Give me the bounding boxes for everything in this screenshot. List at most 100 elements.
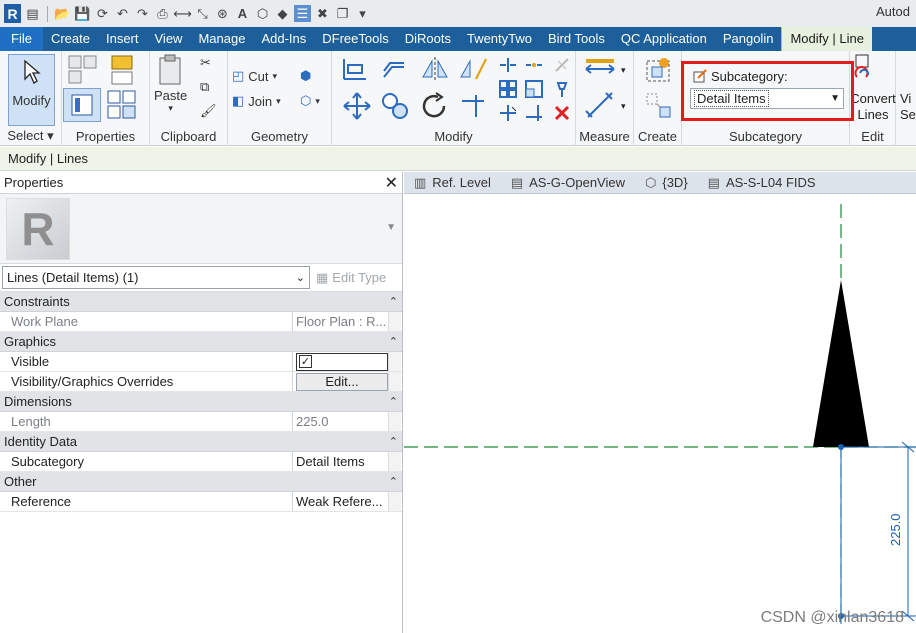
undo-icon[interactable]: ↶: [114, 5, 131, 22]
trim-extend-icon[interactable]: [458, 91, 488, 121]
tag-icon[interactable]: ⊛: [214, 5, 231, 22]
family-types-button[interactable]: [107, 53, 141, 87]
trim-single-icon[interactable]: [524, 103, 544, 123]
select-panel-label[interactable]: Select ▾: [0, 128, 61, 144]
create-similar-icon[interactable]: [644, 91, 674, 121]
vg-overrides-edit-button[interactable]: Edit...: [296, 372, 388, 391]
type-preview-dropdown-icon[interactable]: ▼: [386, 222, 396, 233]
paste-button[interactable]: Paste ▾: [154, 54, 187, 114]
dimension-icon[interactable]: ⤡: [194, 5, 211, 22]
property-value[interactable]: Edit...: [293, 372, 388, 391]
properties-toggle-button[interactable]: [63, 88, 101, 122]
ribbon-tab-create[interactable]: Create: [43, 27, 98, 51]
delete-icon[interactable]: [552, 103, 572, 123]
copy-tool[interactable]: ⧉: [200, 79, 209, 95]
property-group-header[interactable]: Other ⌃: [0, 472, 402, 492]
offset-icon[interactable]: [380, 55, 410, 83]
paint-button[interactable]: ⬡ ▾: [300, 93, 320, 109]
ribbon-tab-qc-application[interactable]: QC Application: [613, 27, 715, 51]
ribbon-tab-twentytwo[interactable]: TwentyTwo: [459, 27, 540, 51]
ribbon-tab-bird-tools[interactable]: Bird Tools: [540, 27, 613, 51]
trim-multiple-icon[interactable]: [498, 103, 518, 123]
pin-icon[interactable]: [552, 79, 572, 99]
text-icon[interactable]: A: [234, 5, 251, 22]
checkbox-checked-icon[interactable]: ✓: [299, 355, 312, 368]
section-icon[interactable]: ◆: [274, 5, 291, 22]
view-tab[interactable]: ⬡ {3D}: [635, 175, 698, 191]
measure-between-icon[interactable]: [582, 57, 622, 81]
property-value[interactable]: Weak Refere...: [293, 492, 388, 511]
array-icon[interactable]: [498, 79, 518, 99]
measure-icon[interactable]: ⟷: [173, 5, 192, 22]
property-value[interactable]: ✓: [293, 352, 388, 371]
property-group-header[interactable]: Identity Data ⌃: [0, 432, 402, 452]
create-group-icon[interactable]: [644, 55, 674, 85]
cut-geometry-button[interactable]: ◰ Cut ▾: [232, 68, 277, 84]
convert-lines-icon[interactable]: [854, 53, 876, 85]
collapse-chevron-icon[interactable]: ⌃: [389, 475, 398, 488]
type-preview[interactable]: R ▼: [0, 194, 402, 264]
ribbon-tab-file[interactable]: File: [0, 27, 43, 51]
revit-logo-icon[interactable]: R: [4, 4, 21, 23]
scale-icon[interactable]: [524, 79, 544, 99]
ribbon-tab-pangolin[interactable]: Pangolin: [715, 27, 782, 51]
home-icon[interactable]: ▤: [24, 5, 41, 22]
close-icon[interactable]: ✕: [385, 173, 398, 193]
view-tab[interactable]: ▥ Ref. Level: [404, 175, 501, 191]
ribbon-tab-add-ins[interactable]: Add-Ins: [253, 27, 314, 51]
join-geometry-button[interactable]: ◧ Join ▾: [232, 93, 281, 109]
drawing-canvas[interactable]: 225.0 CSDN @xinlan3618: [404, 194, 916, 633]
redo-icon[interactable]: ↷: [134, 5, 151, 22]
unpin-icon[interactable]: [552, 55, 572, 75]
collapse-chevron-icon[interactable]: ⌃: [389, 295, 398, 308]
customize-qat-icon[interactable]: ▾: [354, 5, 371, 22]
edit-type-button[interactable]: ▦ Edit Type: [316, 270, 386, 286]
ribbon-tab-diroots[interactable]: DiRoots: [397, 27, 459, 51]
split-face-button[interactable]: ⬢: [300, 68, 311, 84]
ribbon-tab-insert[interactable]: Insert: [98, 27, 147, 51]
collapse-chevron-icon[interactable]: ⌃: [389, 335, 398, 348]
cut-tool[interactable]: ✂: [200, 55, 211, 71]
3d-view-icon[interactable]: ⬡: [254, 5, 271, 22]
detail-item-triangle[interactable]: [813, 280, 869, 447]
dimension-dropdown-icon[interactable]: ▾: [621, 101, 626, 112]
ribbon-tab-manage[interactable]: Manage: [190, 27, 253, 51]
split-element-icon[interactable]: [498, 55, 518, 75]
mirror-pick-axis-icon[interactable]: [420, 55, 450, 83]
type-properties-button[interactable]: [66, 53, 100, 87]
align-icon[interactable]: [340, 55, 370, 83]
collapse-chevron-icon[interactable]: ⌃: [389, 435, 398, 448]
convert-lines-button[interactable]: Convert Lines: [850, 91, 896, 123]
ribbon-tab-dfreetools[interactable]: DFreeTools: [314, 27, 396, 51]
collapse-chevron-icon[interactable]: ⌃: [389, 395, 398, 408]
mirror-draw-axis-icon[interactable]: [458, 55, 488, 83]
property-value[interactable]: Detail Items: [293, 452, 388, 471]
ribbon-tab-modify-line[interactable]: Modify | Line: [781, 27, 872, 51]
rotate-icon[interactable]: [420, 91, 450, 121]
modify-button[interactable]: Modify: [8, 54, 55, 126]
switch-windows-icon[interactable]: ❐: [334, 5, 351, 22]
aligned-dimension-icon[interactable]: [582, 89, 622, 121]
copy-element-icon[interactable]: [380, 91, 410, 121]
dimension-text[interactable]: 225.0: [888, 513, 903, 546]
move-icon[interactable]: [342, 91, 372, 121]
view-tab[interactable]: ▤ AS-G-OpenView: [501, 175, 635, 191]
split-gap-icon[interactable]: [524, 55, 544, 75]
property-group-header[interactable]: Dimensions ⌃: [0, 392, 402, 412]
match-properties-tool[interactable]: 🖌: [200, 103, 217, 119]
close-hidden-icon[interactable]: ✖: [314, 5, 331, 22]
open-folder-icon[interactable]: 📂: [54, 5, 71, 22]
thin-lines-icon[interactable]: ☰: [294, 5, 311, 22]
sync-icon[interactable]: ⟳: [94, 5, 111, 22]
type-selector-button[interactable]: [106, 89, 138, 121]
save-icon[interactable]: 💾: [74, 5, 91, 22]
view-tab[interactable]: ▤ AS-S-L04 FIDS: [698, 175, 826, 191]
property-group-header[interactable]: Graphics ⌃: [0, 332, 402, 352]
property-group-header[interactable]: Constraints ⌃: [0, 292, 402, 312]
print-icon[interactable]: ⎙: [154, 5, 171, 22]
type-selector[interactable]: Lines (Detail Items) (1) ⌄: [2, 266, 310, 289]
overflow-panel[interactable]: Vi Se: [900, 91, 916, 123]
visible-checkbox-field[interactable]: ✓: [296, 352, 388, 371]
measure-dropdown-icon[interactable]: ▾: [621, 65, 626, 76]
ribbon-tab-view[interactable]: View: [147, 27, 191, 51]
